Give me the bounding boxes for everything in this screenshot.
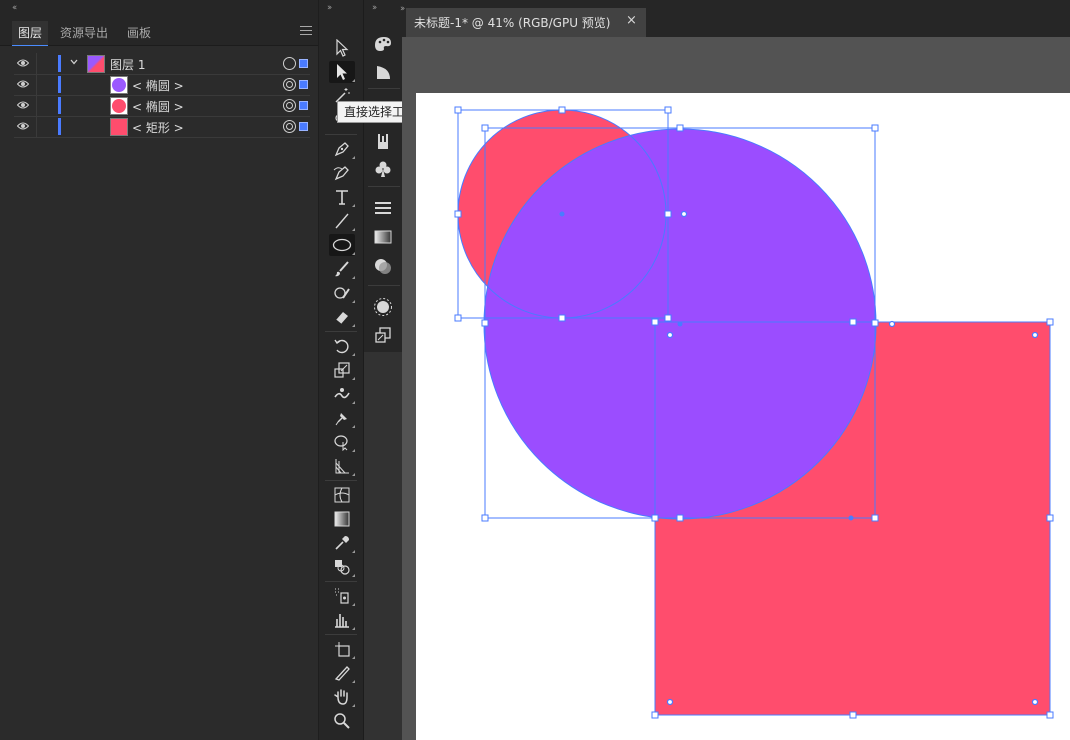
- zoom-tool-icon[interactable]: [329, 710, 355, 732]
- ellipse-tool-icon[interactable]: [329, 234, 355, 256]
- color-guide-icon[interactable]: [370, 61, 396, 83]
- hamburger-menu-icon[interactable]: [300, 26, 312, 38]
- visibility-eye-icon[interactable]: [17, 58, 29, 68]
- visibility-eye-icon[interactable]: [17, 121, 29, 131]
- color-panel-icon[interactable]: [370, 33, 396, 55]
- toolbar-collapse-bar[interactable]: ››: [319, 0, 363, 21]
- layer-thumbnail: [87, 55, 105, 73]
- pen-tool-icon[interactable]: [329, 138, 355, 160]
- layer-name[interactable]: < 椭圆 >: [132, 77, 184, 94]
- layer-row-ellipse-1[interactable]: < 椭圆 >: [14, 74, 310, 96]
- layer-color-bar: [58, 97, 61, 114]
- artboard-tool-icon[interactable]: [329, 638, 355, 660]
- tab-layers[interactable]: 图层: [12, 21, 49, 46]
- target-circle-icon[interactable]: [283, 78, 296, 91]
- document-tab[interactable]: 未标题-1* @ 41% (RGB/GPU 预览) ×: [406, 8, 646, 37]
- type-tool-icon[interactable]: [329, 186, 355, 208]
- document-tab-bar: ›› 未标题-1* @ 41% (RGB/GPU 预览) ×: [400, 0, 1070, 37]
- layer-row-rectangle[interactable]: < 矩形 >: [14, 116, 310, 138]
- layers-panel: ‹‹ 图层 资源导出 画板 图层 1 < 椭圆 > < 椭圆 > < 矩形 >: [0, 0, 319, 740]
- gradient-tool-icon[interactable]: [329, 508, 355, 530]
- target-circle-icon[interactable]: [283, 57, 296, 70]
- chevron-down-icon[interactable]: [69, 56, 79, 70]
- tab-asset-export[interactable]: 资源导出: [54, 21, 114, 45]
- lock-column[interactable]: [36, 53, 37, 74]
- side-panels-dock: ››: [364, 0, 403, 352]
- collapse-arrows-icon[interactable]: ››: [372, 3, 377, 13]
- layer-row-ellipse-2[interactable]: < 椭圆 >: [14, 95, 310, 117]
- target-circle-icon[interactable]: [283, 120, 296, 133]
- collapse-arrows-icon[interactable]: ‹‹: [12, 3, 17, 13]
- collapse-arrows-icon[interactable]: ››: [400, 4, 405, 14]
- hand-tool-icon[interactable]: [329, 686, 355, 708]
- visibility-eye-icon[interactable]: [17, 100, 29, 110]
- tab-artboards[interactable]: 画板: [121, 21, 157, 45]
- gradient-panel-icon[interactable]: [370, 226, 396, 248]
- puppet-warp-tool-icon[interactable]: [329, 407, 355, 429]
- close-tab-icon[interactable]: ×: [626, 13, 637, 28]
- warp-tool-icon[interactable]: [329, 383, 355, 405]
- ellipse-thumbnail: [110, 76, 128, 94]
- column-graph-tool-icon[interactable]: [329, 609, 355, 631]
- layer-name[interactable]: 图层 1: [110, 56, 145, 73]
- line-segment-tool-icon[interactable]: [329, 210, 355, 232]
- lock-column[interactable]: [36, 74, 37, 95]
- scale-tool-icon[interactable]: [329, 359, 355, 381]
- panel-tabs: 图层 资源导出 画板: [0, 21, 318, 46]
- dock-collapse-bar[interactable]: ››: [364, 0, 402, 21]
- ellipse-thumbnail: [110, 97, 128, 115]
- symbol-sprayer-tool-icon[interactable]: [329, 585, 355, 607]
- symbols-icon[interactable]: [370, 158, 396, 180]
- collapse-arrows-icon[interactable]: ››: [327, 3, 332, 13]
- visibility-eye-icon[interactable]: [17, 79, 29, 89]
- slice-tool-icon[interactable]: [329, 662, 355, 684]
- selection-indicator[interactable]: [299, 122, 308, 131]
- rectangle-thumbnail: [110, 118, 128, 136]
- shaper-tool-icon[interactable]: [329, 282, 355, 304]
- layer-color-bar: [58, 55, 61, 72]
- selection-indicator[interactable]: [299, 80, 308, 89]
- layer-color-bar: [58, 76, 61, 93]
- selection-indicator[interactable]: [299, 59, 308, 68]
- transparency-icon[interactable]: [370, 255, 396, 277]
- blend-tool-icon[interactable]: [329, 556, 355, 578]
- artwork-layer[interactable]: [402, 37, 1070, 740]
- stroke-icon[interactable]: [370, 197, 396, 219]
- mesh-tool-icon[interactable]: [329, 484, 355, 506]
- layer-name[interactable]: < 矩形 >: [132, 119, 184, 136]
- lock-column[interactable]: [36, 95, 37, 116]
- lock-column[interactable]: [36, 116, 37, 137]
- document-tab-title: 未标题-1* @ 41% (RGB/GPU 预览): [414, 16, 611, 30]
- paintbrush-tool-icon[interactable]: [329, 258, 355, 280]
- layer-color-bar: [58, 118, 61, 135]
- curvature-tool-icon[interactable]: [329, 162, 355, 184]
- perspective-grid-tool-icon[interactable]: [329, 455, 355, 477]
- appearance-icon[interactable]: [370, 296, 396, 318]
- layer-name[interactable]: < 椭圆 >: [132, 98, 184, 115]
- graphic-styles-icon[interactable]: [370, 324, 396, 346]
- eraser-tool-icon[interactable]: [329, 306, 355, 328]
- eyedropper-tool-icon[interactable]: [329, 532, 355, 554]
- panel-collapse-bar[interactable]: ‹‹: [0, 0, 318, 22]
- layer-row-layer1[interactable]: 图层 1: [14, 53, 310, 75]
- shape-builder-tool-icon[interactable]: [329, 431, 355, 453]
- rotate-tool-icon[interactable]: [329, 335, 355, 357]
- brushes-icon[interactable]: [370, 130, 396, 152]
- direct-selection-tool-icon[interactable]: [329, 61, 355, 83]
- target-circle-icon[interactable]: [283, 99, 296, 112]
- selection-indicator[interactable]: [299, 101, 308, 110]
- selection-tool-icon[interactable]: [329, 37, 355, 59]
